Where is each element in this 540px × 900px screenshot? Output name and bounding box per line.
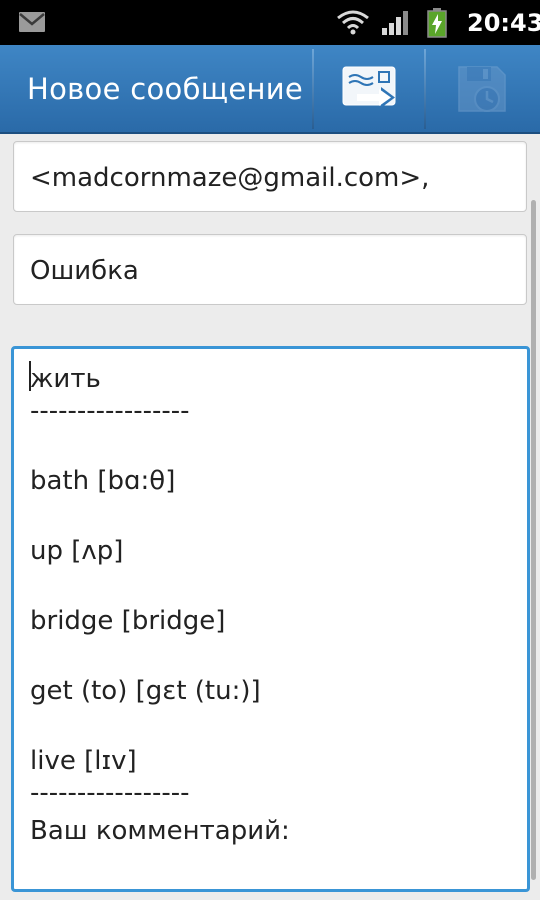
screen-title: Новое сообщение	[27, 72, 304, 106]
subject-field[interactable]: Ошибка	[13, 234, 527, 305]
subject-field-value: Ошибка	[30, 256, 139, 286]
save-draft-button[interactable]	[426, 45, 540, 132]
body-line: bath [bɑ:θ]	[30, 466, 176, 496]
send-icon	[342, 66, 396, 108]
to-field-value: <madcornmaze@gmail.com>,	[30, 163, 430, 193]
status-time: 20:43	[467, 9, 540, 37]
body-line: live [lɪv]	[30, 746, 137, 776]
gmail-notification-icon	[19, 12, 45, 32]
body-line: bridge [bridge]	[30, 606, 226, 636]
body-line: -----------------	[30, 778, 190, 808]
body-line: Ваш комментарий:	[30, 816, 290, 846]
to-field[interactable]: <madcornmaze@gmail.com>,	[13, 141, 527, 212]
body-line: жить	[30, 364, 101, 394]
body-line: get (to) [gɛt (tu:)]	[30, 676, 261, 706]
save-draft-icon	[458, 65, 506, 112]
action-bar: Новое сообщение	[0, 45, 540, 134]
battery-charging-icon	[427, 8, 447, 38]
status-bar: 20:43	[0, 0, 540, 45]
body-line: -----------------	[30, 396, 190, 426]
wifi-icon	[337, 10, 369, 35]
body-line: up [ʌp]	[30, 536, 124, 566]
signal-icon	[382, 11, 408, 35]
scrollbar[interactable]	[531, 200, 536, 880]
send-button[interactable]	[314, 45, 424, 132]
message-body-field[interactable]: жить ----------------- bath [bɑ:θ] up [ʌ…	[11, 346, 530, 892]
